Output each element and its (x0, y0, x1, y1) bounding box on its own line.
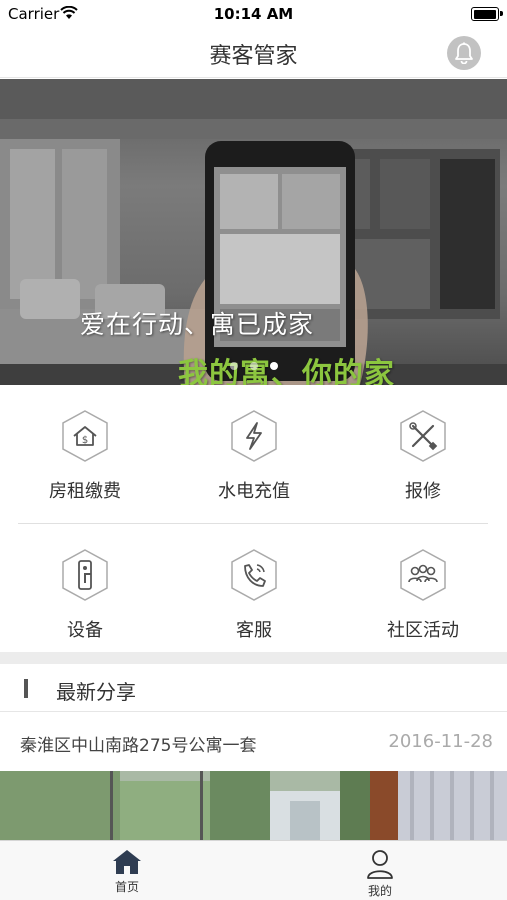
tab-label: 首页 (114, 880, 139, 894)
banner-slogan-primary: 爱在行动、寓已成家 (80, 310, 315, 339)
banner-carousel[interactable]: 爱在行动、寓已成家 我的寓、你的家 (0, 79, 507, 385)
utilities-topup-button[interactable]: 水电充值 (184, 385, 324, 515)
share-item-title: 秦淮区中山南路275号公寓一套 (20, 736, 257, 756)
nav-bar: 赛客管家 (0, 28, 507, 78)
customer-service-button[interactable]: 客服 (184, 524, 324, 654)
section-separator (0, 652, 507, 664)
group-icon (400, 549, 446, 601)
rent-payment-button[interactable]: $ 房租缴费 (15, 385, 155, 515)
apartment-photo (0, 771, 507, 841)
battery-icon (471, 7, 503, 21)
tools-icon (400, 410, 446, 462)
tab-profile[interactable]: 我的 (320, 841, 440, 900)
user-icon (367, 850, 393, 879)
devices-button[interactable]: 设备 (15, 524, 155, 654)
share-item-date: 2016-11-28 (388, 731, 493, 752)
app-screen: Carrier 10:14 AM 赛客管家 爱在行动、寓已成家 我的寓、你的家 … (0, 0, 507, 900)
clock: 10:14 AM (213, 5, 294, 23)
notification-button[interactable] (447, 36, 481, 70)
service-label: 社区活动 (387, 620, 459, 641)
service-label: 客服 (236, 620, 272, 641)
services-row: 设备 客服 社区活动 (0, 524, 507, 654)
page-title: 赛客管家 (209, 44, 298, 69)
service-label: 水电充值 (218, 481, 290, 502)
section-title: 最新分享 (56, 680, 136, 704)
tab-bar: 首页 我的 (0, 840, 507, 900)
carousel-dot[interactable] (229, 362, 238, 370)
home-icon (113, 850, 141, 874)
share-list-item[interactable]: 秦淮区中山南路275号公寓一套 2016-11-28 (0, 713, 507, 771)
service-label: 设备 (67, 620, 103, 641)
status-bar: Carrier 10:14 AM (0, 0, 507, 28)
services-row: $ 房租缴费 水电充值 报修 (0, 385, 507, 515)
service-label: 报修 (405, 481, 441, 502)
lightning-icon (231, 410, 277, 462)
carousel-dot-active[interactable] (269, 362, 278, 370)
repair-button[interactable]: 报修 (353, 385, 493, 515)
tab-home[interactable]: 首页 (67, 841, 187, 900)
section-marker (24, 679, 28, 698)
carousel-dot[interactable] (249, 362, 258, 370)
door-lock-icon (62, 549, 108, 601)
community-events-button[interactable]: 社区活动 (353, 524, 493, 654)
service-label: 房租缴费 (49, 481, 121, 502)
house-dollar-icon: $ (62, 410, 108, 462)
latest-share-header: 最新分享 (0, 664, 507, 712)
share-item-image[interactable] (0, 771, 507, 841)
svg-text:$: $ (82, 435, 88, 446)
tab-label: 我的 (367, 884, 392, 898)
carousel-indicator (0, 362, 507, 370)
bell-icon (455, 42, 473, 64)
phone-icon (231, 549, 277, 601)
